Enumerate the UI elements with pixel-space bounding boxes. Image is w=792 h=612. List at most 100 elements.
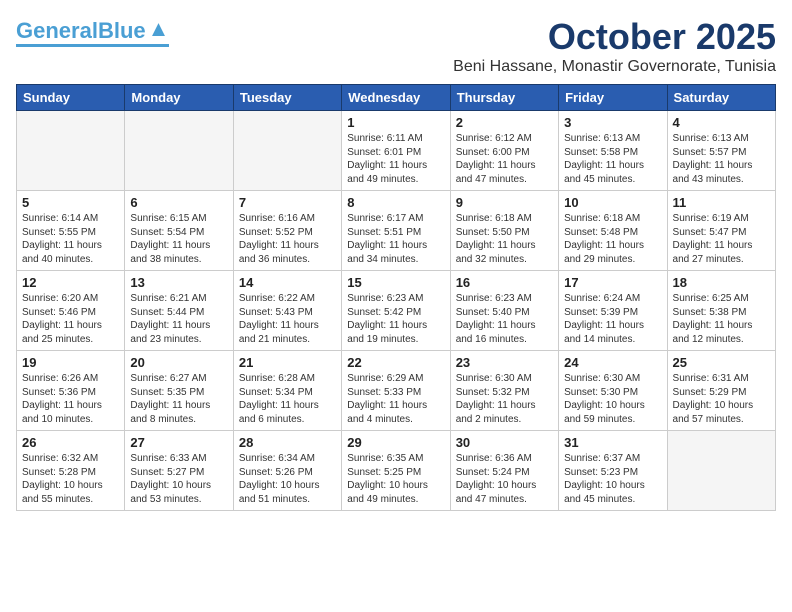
calendar-cell: 15Sunrise: 6:23 AM Sunset: 5:42 PM Dayli… (342, 271, 450, 351)
day-info: Sunrise: 6:21 AM Sunset: 5:44 PM Dayligh… (130, 292, 227, 346)
day-number: 24 (564, 355, 661, 370)
location-title: Beni Hassane, Monastir Governorate, Tuni… (453, 58, 776, 76)
calendar-cell: 25Sunrise: 6:31 AM Sunset: 5:29 PM Dayli… (667, 351, 775, 431)
calendar-cell: 16 Sunrise: 6:23 AM Sunset: 5:40 PM Dayli… (450, 271, 558, 351)
day-number: 27 (130, 435, 227, 450)
day-info: Sunrise: 6:13 AM Sunset: 5:58 PM Dayligh… (564, 132, 661, 186)
day-info: Sunrise: 6:29 AM Sunset: 5:33 PM Dayligh… (347, 372, 444, 426)
day-info: Sunrise: 6:14 AM Sunset: 5:55 PM Dayligh… (22, 212, 119, 266)
day-number: 26 (22, 435, 119, 450)
calendar-cell: 20Sunrise: 6:27 AM Sunset: 5:35 PM Dayli… (125, 351, 233, 431)
logo-underline (16, 44, 169, 47)
logo-part1: General (16, 18, 98, 43)
day-info: Sunrise: 6:23 AM Sunset: 5:42 PM Dayligh… (347, 292, 444, 346)
calendar-cell: 22 Sunrise: 6:29 AM Sunset: 5:33 PM Dayli… (342, 351, 450, 431)
weekday-header-row: SundayMondayTuesdayWednesdayThursdayFrid… (17, 85, 776, 111)
calendar-cell (125, 111, 233, 191)
month-title: October 2025 (453, 16, 776, 58)
calendar-cell: 28 Sunrise: 6:34 AM Sunset: 5:26 PM Dayli… (233, 431, 341, 511)
day-info: Sunrise: 6:28 AM Sunset: 5:34 PM Dayligh… (239, 372, 336, 426)
calendar-cell: 4 Sunrise: 6:13 AM Sunset: 5:57 PM Daylig… (667, 111, 775, 191)
day-number: 20 (130, 355, 227, 370)
calendar-cell: 7Sunrise: 6:16 AM Sunset: 5:52 PM Daylig… (233, 191, 341, 271)
day-number: 5 (22, 195, 119, 210)
day-number: 11 (673, 195, 770, 210)
weekday-header-monday: Monday (125, 85, 233, 111)
day-number: 18 (673, 275, 770, 290)
day-number: 25 (673, 355, 770, 370)
day-info: Sunrise: 6:18 AM Sunset: 5:48 PM Dayligh… (564, 212, 661, 266)
calendar-cell: 9 Sunrise: 6:18 AM Sunset: 5:50 PM Daylig… (450, 191, 558, 271)
logo-icon: ▲ (148, 16, 170, 42)
calendar-cell: 12Sunrise: 6:20 AM Sunset: 5:46 PM Dayli… (17, 271, 125, 351)
calendar-cell: 13 Sunrise: 6:21 AM Sunset: 5:44 PM Dayli… (125, 271, 233, 351)
day-number: 3 (564, 115, 661, 130)
day-number: 17 (564, 275, 661, 290)
day-info: Sunrise: 6:12 AM Sunset: 6:00 PM Dayligh… (456, 132, 553, 186)
calendar-week-2: 5 Sunrise: 6:14 AM Sunset: 5:55 PM Daylig… (17, 191, 776, 271)
day-info: Sunrise: 6:25 AM Sunset: 5:38 PM Dayligh… (673, 292, 770, 346)
calendar-body: 1 Sunrise: 6:11 AM Sunset: 6:01 PM Daylig… (17, 111, 776, 511)
calendar-cell: 31 Sunrise: 6:37 AM Sunset: 5:23 PM Dayli… (559, 431, 667, 511)
day-number: 6 (130, 195, 227, 210)
title-block: October 2025 Beni Hassane, Monastir Gove… (453, 16, 776, 76)
day-info: Sunrise: 6:35 AM Sunset: 5:25 PM Dayligh… (347, 452, 444, 506)
day-info: Sunrise: 6:32 AM Sunset: 5:28 PM Dayligh… (22, 452, 119, 506)
day-number: 12 (22, 275, 119, 290)
calendar-cell: 26 Sunrise: 6:32 AM Sunset: 5:28 PM Dayli… (17, 431, 125, 511)
calendar-cell: 5 Sunrise: 6:14 AM Sunset: 5:55 PM Daylig… (17, 191, 125, 271)
logo: GeneralBlue ▲ (16, 16, 169, 47)
weekday-header-saturday: Saturday (667, 85, 775, 111)
calendar-cell: 24 Sunrise: 6:30 AM Sunset: 5:30 PM Dayli… (559, 351, 667, 431)
day-info: Sunrise: 6:30 AM Sunset: 5:30 PM Dayligh… (564, 372, 661, 426)
day-number: 28 (239, 435, 336, 450)
day-number: 29 (347, 435, 444, 450)
calendar-cell: 6 Sunrise: 6:15 AM Sunset: 5:54 PM Daylig… (125, 191, 233, 271)
day-info: Sunrise: 6:11 AM Sunset: 6:01 PM Dayligh… (347, 132, 444, 186)
calendar-week-1: 1 Sunrise: 6:11 AM Sunset: 6:01 PM Daylig… (17, 111, 776, 191)
day-number: 31 (564, 435, 661, 450)
calendar-cell: 3 Sunrise: 6:13 AM Sunset: 5:58 PM Daylig… (559, 111, 667, 191)
day-info: Sunrise: 6:23 AM Sunset: 5:40 PM Dayligh… (456, 292, 553, 346)
day-info: Sunrise: 6:15 AM Sunset: 5:54 PM Dayligh… (130, 212, 227, 266)
day-info: Sunrise: 6:16 AM Sunset: 5:52 PM Dayligh… (239, 212, 336, 266)
calendar-week-3: 12Sunrise: 6:20 AM Sunset: 5:46 PM Dayli… (17, 271, 776, 351)
day-info: Sunrise: 6:34 AM Sunset: 5:26 PM Dayligh… (239, 452, 336, 506)
day-info: Sunrise: 6:19 AM Sunset: 5:47 PM Dayligh… (673, 212, 770, 266)
day-number: 19 (22, 355, 119, 370)
day-number: 9 (456, 195, 553, 210)
day-number: 16 (456, 275, 553, 290)
day-info: Sunrise: 6:24 AM Sunset: 5:39 PM Dayligh… (564, 292, 661, 346)
calendar-table: SundayMondayTuesdayWednesdayThursdayFrid… (16, 84, 776, 511)
day-info: Sunrise: 6:17 AM Sunset: 5:51 PM Dayligh… (347, 212, 444, 266)
calendar-cell: 10Sunrise: 6:18 AM Sunset: 5:48 PM Dayli… (559, 191, 667, 271)
day-number: 8 (347, 195, 444, 210)
calendar-cell: 17 Sunrise: 6:24 AM Sunset: 5:39 PM Dayli… (559, 271, 667, 351)
calendar-cell (667, 431, 775, 511)
day-info: Sunrise: 6:33 AM Sunset: 5:27 PM Dayligh… (130, 452, 227, 506)
day-number: 30 (456, 435, 553, 450)
day-number: 22 (347, 355, 444, 370)
day-number: 14 (239, 275, 336, 290)
calendar-cell: 11 Sunrise: 6:19 AM Sunset: 5:47 PM Dayli… (667, 191, 775, 271)
day-info: Sunrise: 6:18 AM Sunset: 5:50 PM Dayligh… (456, 212, 553, 266)
day-number: 23 (456, 355, 553, 370)
calendar-cell: 29 Sunrise: 6:35 AM Sunset: 5:25 PM Dayli… (342, 431, 450, 511)
calendar-week-4: 19Sunrise: 6:26 AM Sunset: 5:36 PM Dayli… (17, 351, 776, 431)
day-info: Sunrise: 6:22 AM Sunset: 5:43 PM Dayligh… (239, 292, 336, 346)
day-number: 2 (456, 115, 553, 130)
day-info: Sunrise: 6:37 AM Sunset: 5:23 PM Dayligh… (564, 452, 661, 506)
calendar-cell: 21Sunrise: 6:28 AM Sunset: 5:34 PM Dayli… (233, 351, 341, 431)
calendar-cell: 30 Sunrise: 6:36 AM Sunset: 5:24 PM Dayli… (450, 431, 558, 511)
logo-part2: Blue (98, 18, 146, 43)
day-info: Sunrise: 6:13 AM Sunset: 5:57 PM Dayligh… (673, 132, 770, 186)
day-number: 13 (130, 275, 227, 290)
calendar-cell: 14 Sunrise: 6:22 AM Sunset: 5:43 PM Dayli… (233, 271, 341, 351)
day-number: 4 (673, 115, 770, 130)
calendar-cell: 8 Sunrise: 6:17 AM Sunset: 5:51 PM Daylig… (342, 191, 450, 271)
logo-text: GeneralBlue (16, 20, 146, 42)
calendar-week-5: 26 Sunrise: 6:32 AM Sunset: 5:28 PM Dayli… (17, 431, 776, 511)
calendar-cell: 23Sunrise: 6:30 AM Sunset: 5:32 PM Dayli… (450, 351, 558, 431)
day-info: Sunrise: 6:36 AM Sunset: 5:24 PM Dayligh… (456, 452, 553, 506)
day-number: 1 (347, 115, 444, 130)
